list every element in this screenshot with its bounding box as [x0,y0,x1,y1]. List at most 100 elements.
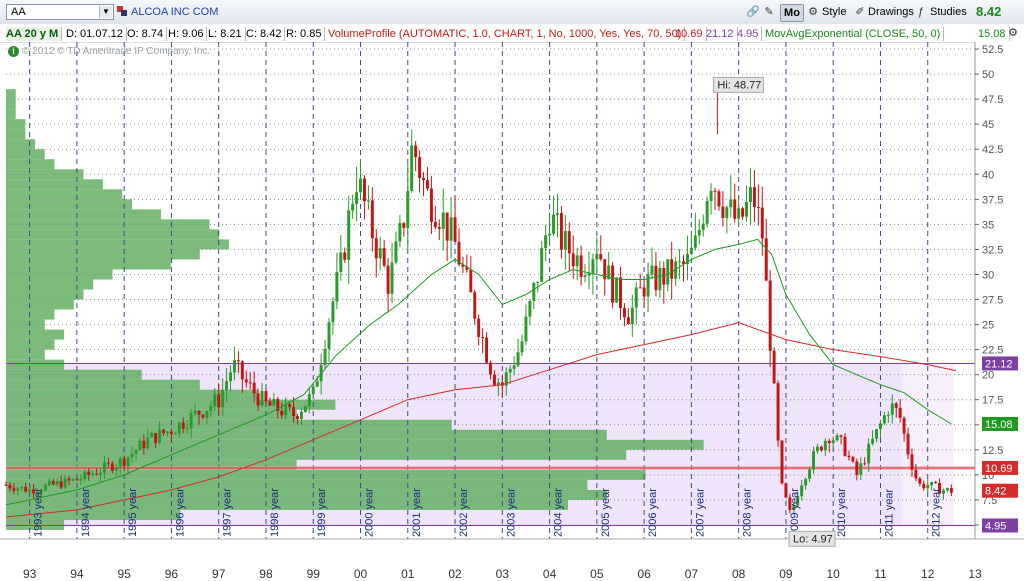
candle-body [406,190,410,228]
volume-profile-bar [6,339,55,350]
volume-profile-bar [6,139,36,150]
candle-body [256,393,260,406]
year-marker-label: 2003 year [505,488,517,537]
period-label[interactable]: AA 20 y M [6,27,63,41]
candle-body [173,433,177,435]
candle-body [839,435,843,437]
price-tick-label: 12.5 [982,445,1003,457]
candle-body [717,191,721,207]
candle-body [894,403,898,408]
candle-body [776,383,780,441]
year-marker-label: 1997 year [222,488,234,537]
candle-body [768,280,772,351]
year-marker-label: 1996 year [174,488,186,537]
candle-body [217,394,221,408]
candle-body [55,481,59,485]
candle-body [201,414,205,418]
candle-body [827,440,831,444]
candle-body [658,267,662,291]
candle-body [47,480,51,485]
chevron-down-icon[interactable]: ▼ [99,6,112,18]
volume-profile-bar [6,239,229,250]
candle-body [871,438,875,444]
candle-body [819,446,823,451]
volume-profile-label[interactable]: VolumeProfile (AUTOMATIC, 1.0, CHART, 1,… [328,27,686,41]
candle-body [516,352,520,366]
mov-avg-label[interactable]: MovAvgExponential (CLOSE, 50, 0) [765,27,945,41]
candle-body [130,453,134,458]
drawings-button[interactable]: Drawings [868,4,914,20]
candle-body [469,269,473,293]
candle-body [154,433,158,443]
candle-body [425,180,429,189]
link-icon[interactable]: 🔗 [746,5,760,19]
candle-body [331,301,335,323]
settings-icon[interactable]: ⚙ [1006,26,1020,40]
time-tick-label: 11 [874,567,887,581]
candle-body [666,259,670,285]
candle-body [370,200,374,239]
candle-body [847,455,851,458]
candle-body [162,429,166,434]
studies-button[interactable]: Studies [930,4,967,20]
low-label: Lo: 4.97 [793,533,833,545]
candle-body [875,429,879,439]
price-chart[interactable]: 57.51012.51517.52022.52527.53032.53537.5… [0,42,1024,581]
volume-profile-bar [6,279,94,290]
volume-profile-bar [6,309,55,320]
candle-body [780,440,784,484]
price-tick-label: 40 [982,169,994,181]
candle-body [374,238,378,259]
candle-body [134,450,138,454]
company-icon [117,6,127,16]
info-icon[interactable]: i [8,46,19,57]
date-value: D: 01.07.12 [66,27,127,41]
candle-body [760,207,764,239]
candle-body [890,403,894,415]
candle-body [815,446,819,452]
candle-body [362,178,366,202]
year-marker-label: 2004 year [553,488,565,537]
price-tick-label: 52.5 [982,44,1003,56]
volume-profile-bar [6,299,74,310]
candle-body [748,187,752,203]
candle-body [835,435,839,441]
candle-body [335,271,339,302]
year-marker-label: 1994 year [80,488,92,537]
candle-body [51,480,55,485]
candle-body [418,157,422,178]
candle-body [823,440,827,451]
candle-body [611,265,615,303]
candle-body [536,281,540,283]
price-axis: 57.51012.51517.52022.52527.53032.53537.5… [974,42,1024,581]
volume-profile-bar [6,419,452,430]
high-value: H: 9.06 [168,27,208,41]
pencil-icon[interactable]: ✎ [762,5,776,19]
candle-body [307,394,311,407]
year-marker-label: 2002 year [458,488,470,537]
volume-profile-bar [6,149,45,160]
candle-body [555,213,559,215]
candle-body [146,437,150,449]
candle-body [87,471,91,475]
candle-body [272,398,276,406]
candle-body [382,248,386,266]
mo-button[interactable]: Mo [780,4,804,22]
volume-profile-bar [6,439,704,450]
candle-body [945,488,949,491]
candle-body [433,221,437,228]
candle-body [697,230,701,236]
company-name: ALCOA INC COM [131,6,219,18]
candle-body [930,481,934,486]
range-value: R: 0.85 [286,27,326,41]
candle-body [150,433,154,438]
low-value: L: 8.21 [208,27,246,41]
symbol-input[interactable]: AA ▼ [6,4,114,20]
candle-body [831,440,835,444]
style-button[interactable]: Style [822,4,846,20]
candle-body [264,390,268,402]
volume-profile-bar [6,379,200,390]
price-tick-label: 32.5 [982,244,1003,256]
candle-body [772,350,776,384]
candle-body [745,202,749,217]
